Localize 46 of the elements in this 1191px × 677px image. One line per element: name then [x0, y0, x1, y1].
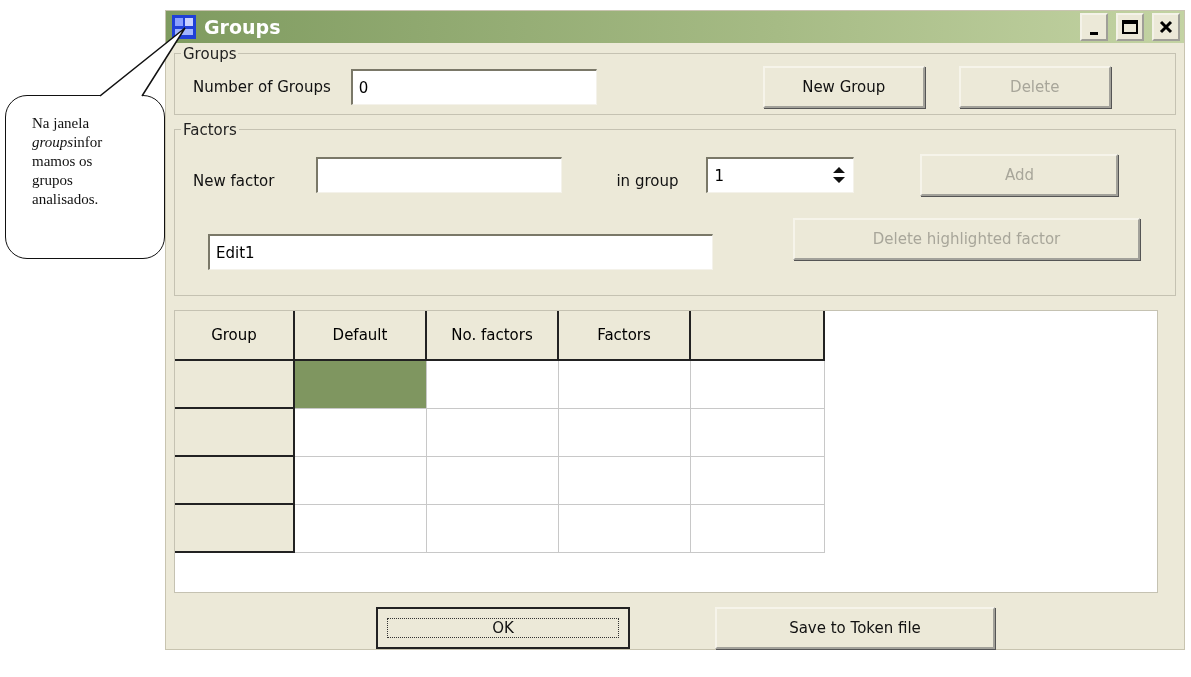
column-header[interactable]: No. factors	[427, 311, 559, 361]
grid-cell[interactable]	[427, 505, 559, 553]
close-icon	[1159, 20, 1173, 34]
grid-cell[interactable]	[295, 361, 427, 409]
row-header[interactable]	[175, 457, 295, 505]
dialog-button[interactable]: Save to Token file	[715, 607, 995, 649]
column-header[interactable]	[691, 311, 825, 361]
minimize-button[interactable]	[1080, 13, 1108, 41]
field-label: in group	[616, 172, 679, 191]
column-header[interactable]: Group	[175, 311, 295, 361]
column-header[interactable]: Default	[295, 311, 427, 361]
grid-cell[interactable]	[427, 457, 559, 505]
grid-cell[interactable]	[559, 409, 691, 457]
grid-cell[interactable]	[691, 361, 825, 409]
window-title: Groups	[204, 16, 282, 38]
field-label: New factor	[193, 172, 275, 191]
app-icon	[172, 15, 196, 39]
dialog-button[interactable]: New Group	[762, 66, 925, 108]
row-header[interactable]	[175, 361, 295, 409]
input-field[interactable]	[316, 157, 563, 194]
grid-cell[interactable]	[295, 505, 427, 553]
grid-cell[interactable]	[427, 409, 559, 457]
grid-cell[interactable]	[295, 457, 427, 505]
maximize-button[interactable]	[1116, 13, 1144, 41]
grid-cell[interactable]	[559, 361, 691, 409]
row-header[interactable]	[175, 409, 295, 457]
callout-text: Na janela groupsinfor mamos os grupos analisados.	[32, 114, 104, 210]
group-box-legend: Groups	[181, 45, 239, 63]
dialog-button[interactable]: OK	[376, 607, 630, 649]
spin-field[interactable]: 1	[706, 157, 855, 194]
input-field[interactable]: 0	[350, 69, 597, 105]
grid-cell[interactable]	[295, 409, 427, 457]
grid-cell[interactable]	[691, 505, 825, 553]
minimize-icon	[1090, 31, 1098, 35]
maximize-icon	[1122, 20, 1138, 34]
grid-cell[interactable]	[559, 457, 691, 505]
spin-arrows-icon	[831, 165, 848, 186]
close-button[interactable]	[1152, 13, 1180, 41]
field-label: Number of Groups	[193, 78, 331, 96]
column-header[interactable]: Factors	[559, 311, 691, 361]
grid-cell[interactable]	[691, 457, 825, 505]
row-header[interactable]	[175, 505, 295, 553]
grid-cell[interactable]	[691, 409, 825, 457]
input-field[interactable]: Edit1	[208, 234, 713, 271]
grid-cell[interactable]	[427, 361, 559, 409]
grid-cell[interactable]	[559, 505, 691, 553]
